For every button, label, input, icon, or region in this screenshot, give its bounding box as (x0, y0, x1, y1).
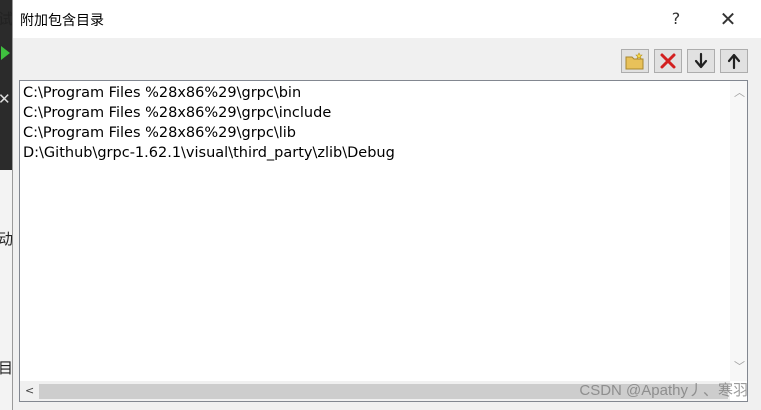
vertical-scrollbar[interactable]: ︿ ﹀ (730, 81, 747, 381)
list-item[interactable]: C:\Program Files %28x86%29\grpc\include (23, 103, 395, 123)
background-panel: 动 目 (0, 170, 13, 410)
delete-button[interactable] (654, 49, 682, 73)
directory-items: C:\Program Files %28x86%29\grpc\bin C:\P… (23, 83, 395, 163)
play-icon (1, 46, 10, 60)
help-button[interactable]: ? (661, 8, 691, 30)
title-bar: 附加包含目录 ? ✕ (13, 0, 761, 38)
list-item[interactable]: C:\Program Files %28x86%29\grpc\bin (23, 83, 395, 103)
scroll-up-icon[interactable]: ︿ (734, 87, 745, 98)
list-item[interactable]: C:\Program Files %28x86%29\grpc\lib (23, 123, 395, 143)
move-down-button[interactable] (687, 49, 715, 73)
additional-include-dirs-dialog: 附加包含目录 ? ✕ C:\Program Files %28x86%29\gr… (12, 0, 761, 410)
background-window: 试 ✕ 动 目 (0, 0, 13, 410)
watermark: CSDN @Apathy丿、寒羽 (579, 382, 748, 399)
scroll-left-icon[interactable]: < (25, 385, 34, 396)
scroll-down-icon[interactable]: ﹀ (734, 361, 745, 372)
dialog-title: 附加包含目录 (20, 13, 104, 29)
list-item[interactable]: D:\Github\grpc-1.62.1\visual\third_party… (23, 143, 395, 163)
new-folder-icon (625, 52, 644, 70)
arrow-up-icon (727, 53, 741, 70)
background-close-icon: ✕ (0, 90, 11, 108)
delete-icon (660, 53, 676, 69)
new-line-button[interactable] (621, 49, 649, 73)
close-button[interactable]: ✕ (713, 8, 743, 30)
arrow-down-icon (694, 52, 708, 69)
move-up-button[interactable] (720, 49, 748, 73)
directory-list[interactable]: C:\Program Files %28x86%29\grpc\bin C:\P… (19, 80, 748, 402)
